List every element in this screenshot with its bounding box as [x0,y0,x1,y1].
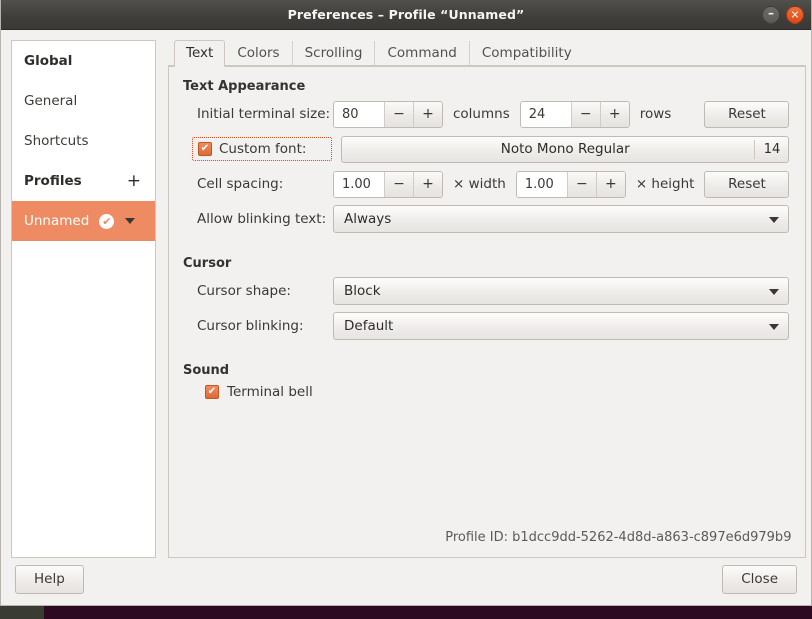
terminal-size-reset-button[interactable]: Reset [704,100,790,128]
preferences-window: Preferences – Profile “Unnamed” – ✕ Glob… [0,0,812,606]
columns-spinner[interactable]: 80 − + [333,100,443,128]
profile-id-value: b1dcc9dd-5262-4d8d-a863-c897e6d979b9 [512,530,792,545]
cell-height-input[interactable]: 1.00 [516,171,567,197]
custom-font-checkbox[interactable]: ✔ Custom font: [192,137,332,161]
tab-command[interactable]: Command [375,41,470,66]
cell-width-input[interactable]: 1.00 [334,171,384,197]
sidebar: Global General Shortcuts Profiles + Unna… [11,40,156,558]
cursor-heading: Cursor [183,256,232,271]
cell-width-decrement-button[interactable]: − [384,171,413,197]
cell-spacing-row: Cell spacing: 1.00 − + × width 1.00 − + [183,170,790,198]
columns-decrement-button[interactable]: − [384,101,413,127]
window-body: Global General Shortcuts Profiles + Unna… [1,30,811,558]
cell-width-spinner[interactable]: 1.00 − + [333,170,443,198]
cell-height-unit-label: × height [635,176,695,192]
sidebar-item-label: Unnamed [24,213,90,229]
profile-menu-chevron-down-icon[interactable] [125,218,136,224]
rows-increment-button[interactable]: + [599,101,629,127]
allow-blinking-text-label: Allow blinking text: [197,211,327,227]
columns-input[interactable]: 80 [334,101,384,127]
window-controls: – ✕ [762,6,804,24]
cell-width-unit-label: × width [453,176,506,192]
sidebar-item-label: Shortcuts [24,133,89,149]
close-icon: ✕ [790,8,800,21]
sidebar-item-label: General [24,93,78,109]
columns-unit-label: columns [453,106,510,122]
cursor-blinking-row: Cursor blinking: Default [183,312,790,340]
desktop-background: Preferences – Profile “Unnamed” – ✕ Glob… [0,0,812,619]
rows-decrement-button[interactable]: − [570,101,600,127]
tab-scrolling[interactable]: Scrolling [293,41,376,66]
cursor-shape-value: Block [344,283,381,299]
sidebar-section-label: Profiles [24,173,82,189]
cursor-blinking-label: Cursor blinking: [197,318,304,334]
custom-font-row: ✔ Custom font: Noto Mono Regular 14 [183,135,790,163]
minimize-icon: – [768,6,774,20]
text-appearance-heading: Text Appearance [183,79,306,94]
sidebar-item-shortcuts[interactable]: Shortcuts [12,121,155,161]
cursor-shape-row: Cursor shape: Block [183,277,790,305]
tab-compatibility[interactable]: Compatibility [470,41,584,66]
close-button[interactable]: Close [722,564,797,594]
allow-blinking-text-dropdown[interactable]: Always [333,205,790,233]
terminal-bell-checkbox-icon: ✔ [205,385,219,399]
cursor-blinking-value: Default [344,318,394,334]
sidebar-item-general[interactable]: General [12,81,155,121]
cell-height-decrement-button[interactable]: − [566,171,596,197]
close-window-button[interactable]: ✕ [786,6,804,24]
allow-blinking-text-row: Allow blinking text: Always [183,205,790,233]
profile-row-icons: ✔ [99,213,136,229]
default-profile-check-icon[interactable]: ✔ [99,213,115,229]
chevron-down-icon [769,289,780,295]
rows-input[interactable]: 24 [520,101,571,127]
font-name-label: Noto Mono Regular [500,141,630,157]
tab-bar: Text Colors Scrolling Command Compatibil… [168,40,807,67]
initial-terminal-size-label: Initial terminal size: [197,106,331,122]
terminal-bell-checkbox[interactable]: ✔ Terminal bell [183,384,789,400]
profile-id-label: Profile ID: [445,530,508,545]
profile-id: Profile ID: b1dcc9dd-5262-4d8d-a863-c897… [445,530,791,545]
text-tab-panel: Text Appearance Initial terminal size: 8… [168,66,807,558]
sidebar-item-global[interactable]: Global [12,41,155,81]
tab-text[interactable]: Text [174,40,226,67]
minimize-button[interactable]: – [762,6,780,24]
add-profile-button[interactable]: + [127,172,143,190]
rows-spinner[interactable]: 24 − + [519,100,630,128]
chevron-down-icon [769,324,780,330]
columns-increment-button[interactable]: + [413,101,442,127]
help-button[interactable]: Help [15,564,84,594]
rows-unit-label: rows [639,106,672,122]
terminal-bell-label: Terminal bell [227,384,313,400]
window-titlebar: Preferences – Profile “Unnamed” – ✕ [1,0,811,30]
allow-blinking-text-value: Always [344,211,392,227]
initial-terminal-size-row: Initial terminal size: 80 − + columns 24… [183,100,790,128]
cell-spacing-reset-button[interactable]: Reset [704,170,790,198]
custom-font-label: Custom font: [219,141,307,157]
cell-width-increment-button[interactable]: + [413,171,442,197]
sidebar-section-profiles: Profiles + [12,161,155,201]
window-title: Preferences – Profile “Unnamed” [287,7,525,22]
sidebar-item-profile-unnamed[interactable]: Unnamed ✔ [12,201,155,241]
custom-font-checkbox-icon: ✔ [198,142,212,156]
sound-heading: Sound [183,363,230,378]
font-picker-button[interactable]: Noto Mono Regular 14 [341,135,790,163]
cursor-shape-label: Cursor shape: [197,283,291,299]
tab-colors[interactable]: Colors [225,41,293,66]
cell-height-spinner[interactable]: 1.00 − + [515,170,626,198]
sidebar-item-label: Global [24,53,73,69]
chevron-down-icon [769,217,780,223]
cell-spacing-label: Cell spacing: [197,176,284,192]
dialog-footer: Help Close [1,558,811,606]
font-size-label: 14 [754,139,788,159]
preferences-pane: Text Colors Scrolling Command Compatibil… [168,40,807,558]
cursor-shape-dropdown[interactable]: Block [333,277,790,305]
cell-height-increment-button[interactable]: + [595,171,625,197]
cursor-blinking-dropdown[interactable]: Default [333,312,790,340]
